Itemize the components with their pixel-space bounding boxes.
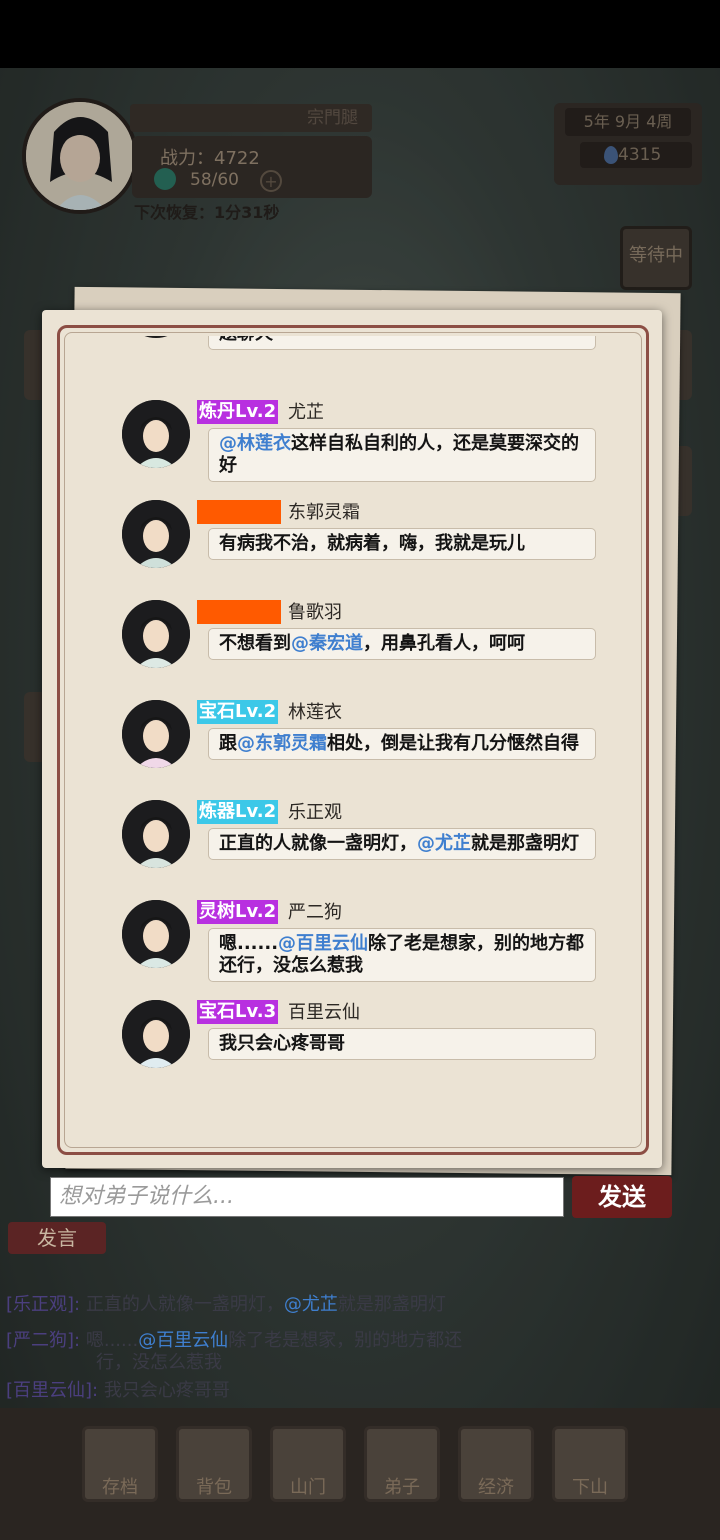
- rank-tag: 灵树Lv.2: [197, 900, 279, 924]
- log-text: 我只会心疼哥哥: [103, 1380, 230, 1401]
- log-speaker: [严二狗]:: [6, 1330, 81, 1351]
- log-speaker: [乐正观]:: [6, 1294, 81, 1315]
- avatar: [122, 336, 190, 338]
- nav-economy-button[interactable]: 经济: [458, 1426, 534, 1502]
- nav-bag-button[interactable]: 背包: [176, 1426, 252, 1502]
- sender-name: 东郭灵霜: [288, 502, 360, 523]
- avatar[interactable]: [122, 800, 190, 868]
- chat-bubble: 正直的人就像一盏明灯，@尤芷就是那盏明灯: [208, 828, 596, 860]
- chat-bubble: 有病我不治，就病着，嗨，我就是玩儿: [208, 528, 596, 560]
- chat-bubble: 嗯......@百里云仙除了老是想家，别的地方都还行，没怎么惹我: [208, 928, 596, 982]
- sender-name: 尤芷: [288, 402, 324, 423]
- rank-tag: 宝石Lv.2: [197, 700, 279, 724]
- send-button[interactable]: 发送: [572, 1176, 672, 1218]
- chat-text: 题聊天: [219, 336, 273, 344]
- chat-text: 正直的人就像一盏明灯，: [219, 833, 417, 854]
- sender-name: 林莲衣: [288, 702, 342, 723]
- sender-name: 严二狗: [288, 902, 342, 923]
- chat-text: 跟: [219, 733, 237, 754]
- chat-text: 就是那盏明灯: [471, 833, 579, 854]
- chat-message: 灵树Lv.2 严二狗嗯......@百里云仙除了老是想家，别的地方都还行，没怎么惹…: [64, 900, 642, 1000]
- nav-gate-button[interactable]: 山门: [270, 1426, 346, 1502]
- rank-tag: 炼器Lv.2: [197, 800, 279, 824]
- rank-tag: [197, 500, 281, 524]
- chat-message: 鲁歌羽不想看到@秦宏道，用鼻孔看人，呵呵: [64, 600, 642, 700]
- chat-message: 宝石Lv.3 百里云仙我只会心疼哥哥: [64, 1000, 642, 1100]
- status-bar: [0, 0, 720, 68]
- nav-disciples-button[interactable]: 弟子: [364, 1426, 440, 1502]
- avatar[interactable]: [122, 600, 190, 668]
- log-text: 除了老是想家，别的地方都还: [228, 1330, 463, 1351]
- avatar[interactable]: [122, 400, 190, 468]
- rank-tag: 炼丹Lv.2: [197, 400, 279, 424]
- chat-bubble: 我只会心疼哥哥: [208, 1028, 596, 1060]
- log-line: [严二狗]: 嗯......@百里云仙除了老是想家，别的地方都还: [6, 1326, 462, 1352]
- mention-link[interactable]: @尤芷: [284, 1294, 338, 1315]
- log-text: 就是那盏明灯: [337, 1294, 446, 1315]
- chat-text: 相处，倒是让我有几分惬然自得: [327, 733, 579, 754]
- nav-save-button[interactable]: 存档: [82, 1426, 158, 1502]
- rank-tag: [197, 600, 281, 624]
- chat-message: 东郭灵霜有病我不治，就病着，嗨，我就是玩儿: [64, 500, 642, 600]
- chat-message: 炼丹Lv.2 尤芷 @林莲衣这样自私自利的人，还是莫要深交的好: [64, 400, 642, 500]
- log-text: 行，没怎么惹我: [96, 1352, 222, 1373]
- chat-text: ，用鼻孔看人，呵呵: [363, 633, 525, 654]
- chat-list[interactable]: 题聊天 炼丹Lv.2 尤芷 @林莲衣这样自私自利的人，还是莫要深交的好东郭灵霜有病我…: [64, 336, 642, 1142]
- sender-name: 百里云仙: [288, 1002, 360, 1023]
- chat-bubble: 跟@东郭灵霜相处，倒是让我有几分惬然自得: [208, 728, 596, 760]
- avatar[interactable]: [122, 1000, 190, 1068]
- sender-name: 鲁歌羽: [288, 602, 342, 623]
- chat-input[interactable]: 想对弟子说什么...: [50, 1177, 564, 1217]
- nav-descend-button[interactable]: 下山: [552, 1426, 628, 1502]
- chat-message: 炼器Lv.2 乐正观正直的人就像一盏明灯，@尤芷就是那盏明灯: [64, 800, 642, 900]
- avatar[interactable]: [122, 900, 190, 968]
- avatar[interactable]: [122, 700, 190, 768]
- avatar[interactable]: [122, 500, 190, 568]
- chat-message: 宝石Lv.2 林莲衣跟@东郭灵霜相处，倒是让我有几分惬然自得: [64, 700, 642, 800]
- sender-name: 乐正观: [288, 802, 342, 823]
- mention-link[interactable]: @秦宏道: [291, 633, 363, 654]
- rank-tag: 宝石Lv.3: [197, 1000, 279, 1024]
- mention-link[interactable]: @尤芷: [417, 833, 471, 854]
- chat-text: 有病我不治，就病着，嗨，我就是玩儿: [219, 533, 525, 554]
- speak-tab[interactable]: 发言: [8, 1222, 106, 1254]
- log-speaker: [百里云仙]:: [6, 1380, 99, 1401]
- chat-message-partial: 题聊天: [64, 336, 642, 400]
- log-text: 正直的人就像一盏明灯，: [85, 1294, 284, 1315]
- chat-text: 嗯......: [219, 933, 279, 954]
- chat-bubble: @林莲衣这样自私自利的人，还是莫要深交的好: [208, 428, 596, 482]
- log-line: [百里云仙]: 我只会心疼哥哥: [6, 1376, 230, 1402]
- log-line: 行，没怎么惹我: [96, 1348, 222, 1374]
- mention-link[interactable]: @东郭灵霜: [237, 733, 327, 754]
- mention-link[interactable]: @林莲衣: [219, 433, 291, 454]
- log-line: [乐正观]: 正直的人就像一盏明灯，@尤芷就是那盏明灯: [6, 1290, 446, 1316]
- chat-bubble: 不想看到@秦宏道，用鼻孔看人，呵呵: [208, 628, 596, 660]
- chat-bubble: 题聊天: [208, 336, 596, 350]
- mention-link[interactable]: @百里云仙: [278, 933, 368, 954]
- chat-text: 不想看到: [219, 633, 291, 654]
- chat-text: 我只会心疼哥哥: [219, 1033, 345, 1054]
